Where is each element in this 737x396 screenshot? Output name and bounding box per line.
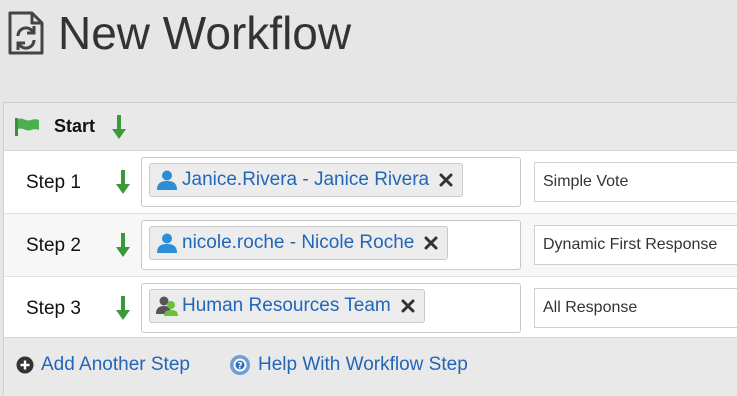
assignee-name: Janice.Rivera - Janice Rivera: [182, 169, 430, 190]
workflow-step-row: Step 2 nicole.roche - Nicole Roche Dynam…: [4, 214, 737, 277]
arrow-down-icon[interactable]: [115, 169, 131, 195]
page-title: New Workflow: [58, 7, 352, 59]
help-link[interactable]: ? Help With Workflow Step: [229, 354, 468, 376]
help-label: Help With Workflow Step: [258, 354, 468, 375]
arrow-down-icon[interactable]: [115, 295, 131, 321]
add-step-label: Add Another Step: [41, 354, 190, 375]
step-label: Step 1: [26, 172, 81, 193]
assignee-chip[interactable]: Human Resources Team: [149, 289, 425, 323]
workflow-panel: Start Step 1 Janice.Rivera - Janice Rive…: [3, 102, 737, 396]
assignee-chip[interactable]: nicole.roche - Nicole Roche: [149, 226, 449, 260]
add-step-link[interactable]: Add Another Step: [16, 354, 190, 376]
assignee-name: nicole.roche - Nicole Roche: [182, 232, 415, 253]
workflow-start-row: Start: [4, 103, 737, 151]
user-icon: [157, 233, 177, 253]
plus-circle-icon: [16, 356, 34, 374]
arrow-down-icon[interactable]: [115, 232, 131, 258]
response-type-select[interactable]: Dynamic First Response: [534, 225, 737, 265]
response-type-select[interactable]: All Response: [534, 288, 737, 328]
help-icon: ?: [230, 355, 250, 375]
remove-icon[interactable]: [401, 299, 415, 313]
assignee-name: Human Resources Team: [182, 295, 391, 316]
workflow-step-row: Step 1 Janice.Rivera - Janice Rivera Sim…: [4, 151, 737, 214]
arrow-down-icon: [112, 115, 126, 139]
user-icon: [157, 170, 177, 190]
svg-text:?: ?: [237, 362, 242, 372]
remove-icon[interactable]: [439, 173, 453, 187]
document-sync-icon: [8, 11, 44, 55]
flag-icon: [15, 118, 39, 136]
workflow-footer: Add Another Step ? Help With Workflow St…: [4, 337, 737, 396]
assignee-field[interactable]: Human Resources Team: [141, 283, 521, 333]
start-label: Start: [54, 116, 96, 136]
step-label: Step 2: [26, 235, 81, 256]
page-header: New Workflow: [0, 0, 737, 86]
assignee-chip[interactable]: Janice.Rivera - Janice Rivera: [149, 163, 464, 197]
assignee-field[interactable]: Janice.Rivera - Janice Rivera: [141, 157, 521, 207]
assignee-field[interactable]: nicole.roche - Nicole Roche: [141, 220, 521, 270]
response-type-select[interactable]: Simple Vote: [534, 162, 737, 202]
step-label: Step 3: [26, 298, 81, 319]
workflow-step-row: Step 3 Human Resources Team All Response: [4, 277, 737, 340]
group-icon: [156, 296, 178, 316]
remove-icon[interactable]: [424, 236, 438, 250]
